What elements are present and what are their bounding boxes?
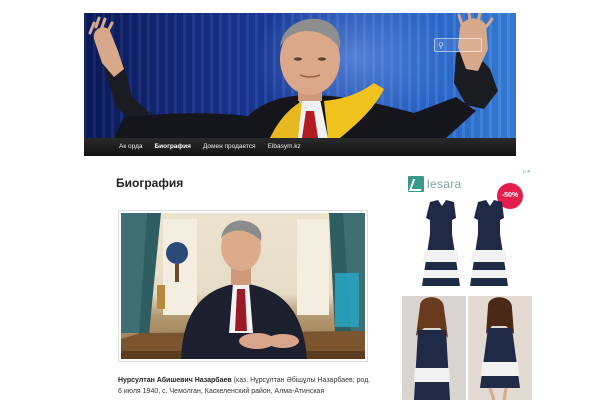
banner-photo bbox=[88, 13, 498, 138]
biography-text: Нурсултан Абишевич Назарбаев (каз. Нұрсұ… bbox=[118, 375, 376, 397]
nav-item-ak-orda[interactable]: Ак орда bbox=[84, 138, 148, 156]
ad-product-images bbox=[402, 200, 532, 400]
model-photo-1 bbox=[402, 296, 466, 400]
main-nav: Ак орда Биография Домен продается Elbasy… bbox=[84, 138, 516, 156]
ad-banner[interactable]: ▷✕ lesara -50% bbox=[402, 168, 532, 400]
portrait-image bbox=[121, 213, 365, 359]
header-banner[interactable]: ⚲ bbox=[84, 13, 516, 138]
magnifier-icon: ⚲ bbox=[438, 41, 444, 50]
dress-product-1 bbox=[422, 200, 460, 286]
page-title: Биография bbox=[116, 176, 184, 190]
dress-product-2 bbox=[470, 200, 508, 286]
model-photo-2 bbox=[468, 296, 532, 400]
nav-item-domain-for-sale[interactable]: Домен продается bbox=[197, 138, 262, 156]
nav-item-biography[interactable]: Биография bbox=[148, 138, 196, 156]
site-container: ⚲ Ак орда Биография Домен продается Elba… bbox=[84, 13, 516, 156]
nav-item-elbasym[interactable]: Elbasym.kz bbox=[262, 138, 307, 156]
biography-name: Нурсултан Абишевич Назарбаев bbox=[118, 377, 232, 384]
search-input[interactable]: ⚲ bbox=[434, 38, 482, 52]
biography-photo bbox=[118, 210, 368, 362]
